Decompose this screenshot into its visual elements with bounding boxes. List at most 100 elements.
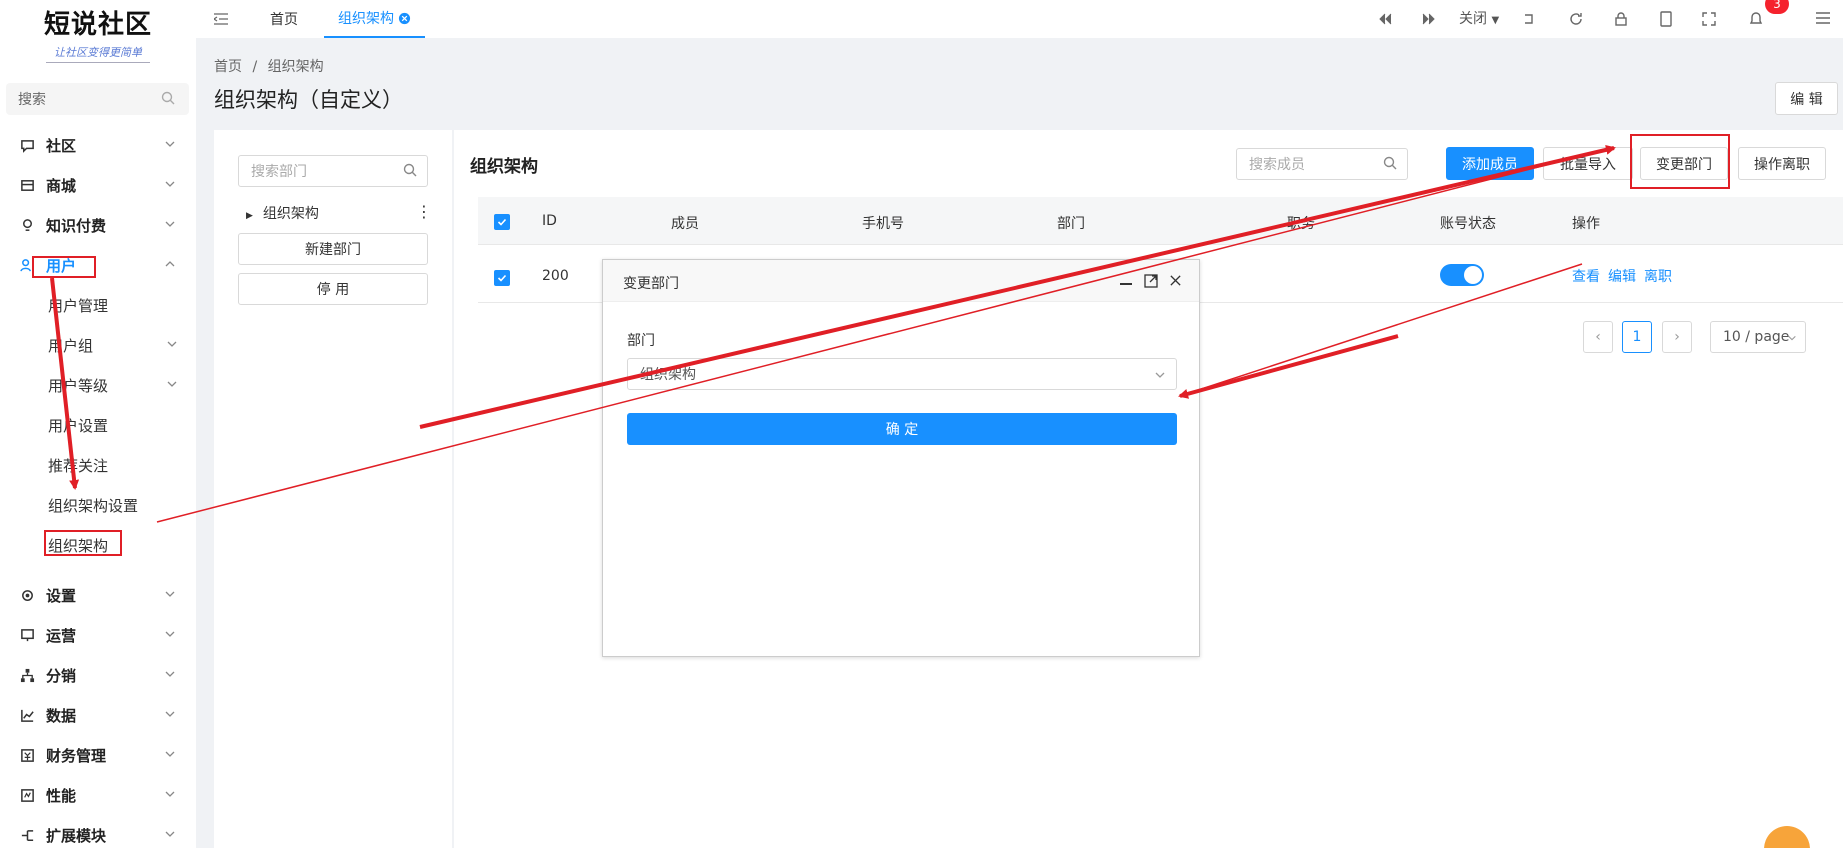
resign-link[interactable]: 离职 <box>1644 266 1672 286</box>
tab-label: 组织架构 <box>338 11 394 27</box>
collapse-menu-icon[interactable] <box>214 13 228 25</box>
batch-import-button[interactable]: 批量导入 <box>1543 147 1633 180</box>
department-search-placeholder: 搜索部门 <box>251 164 307 180</box>
scroll-right-icon[interactable] <box>1422 12 1436 26</box>
sidebar-subitem-org-settings[interactable]: 组织架构设置 <box>48 485 138 525</box>
sidebar-item-knowledge[interactable]: 知识付费 <box>0 205 196 245</box>
tab-label: 首页 <box>270 12 298 28</box>
sidebar-item-shop[interactable]: 商城 <box>0 165 196 205</box>
gear-icon <box>18 586 36 604</box>
sidebar-item-extensions[interactable]: 扩展模块 <box>0 815 196 848</box>
breadcrumb-home[interactable]: 首页 <box>214 59 242 75</box>
scroll-left-icon[interactable] <box>1378 12 1392 26</box>
check-icon <box>497 218 507 226</box>
more-vertical-icon[interactable]: ⋮ <box>416 202 432 221</box>
maximize-icon[interactable] <box>1144 274 1158 288</box>
sidebar-subitem-user-group[interactable]: 用户组 <box>48 325 177 365</box>
account-status-toggle[interactable] <box>1440 264 1484 286</box>
logo-subtitle: 让社区变得更简单 <box>46 44 150 63</box>
logo-title: 短说社区 <box>43 10 152 40</box>
sidebar-subitem-user-settings[interactable]: 用户设置 <box>48 405 108 445</box>
view-link[interactable]: 查看 <box>1572 266 1600 286</box>
performance-icon <box>18 786 36 804</box>
sidebar-subitem-label: 用户管理 <box>48 296 109 315</box>
minimize-icon[interactable] <box>1119 274 1133 288</box>
page-1-button[interactable]: 1 <box>1622 321 1652 353</box>
disable-department-button[interactable]: 停 用 <box>238 273 428 305</box>
prev-page-button[interactable]: ‹ <box>1583 321 1613 353</box>
sidebar-subitem-user-management[interactable]: 用户管理 <box>48 285 108 325</box>
sidebar-item-settings[interactable]: 设置 <box>0 575 196 615</box>
tree-node-root[interactable]: ▶ 组织架构 <box>246 203 319 223</box>
sidebar-item-performance[interactable]: 性能 <box>0 775 196 815</box>
tab-home[interactable]: 首页 <box>270 0 298 38</box>
cell-id: 200 <box>542 268 569 284</box>
search-icon <box>403 163 417 177</box>
undo-icon[interactable] <box>1522 12 1536 26</box>
extension-icon <box>18 826 36 844</box>
page-size-select[interactable]: 10 / page <box>1710 321 1806 353</box>
column-header-department: 部门 <box>1057 216 1085 232</box>
select-all-checkbox[interactable] <box>494 214 510 230</box>
edit-link[interactable]: 编辑 <box>1608 266 1636 286</box>
breadcrumb-separator: / <box>252 59 258 75</box>
edit-button[interactable]: 编 辑 <box>1775 82 1838 115</box>
sidebar-item-label: 财务管理 <box>46 746 107 765</box>
chevron-down-icon <box>165 631 175 637</box>
app-root: 短说社区 让社区变得更简单 搜索 社区 商城 知识付费 用户 用户管理 用户组 … <box>0 0 1843 848</box>
sidebar-item-community[interactable]: 社区 <box>0 125 196 165</box>
column-header-member: 成员 <box>671 216 699 232</box>
sidebar-subitem-recommend-follow[interactable]: 推荐关注 <box>48 445 108 485</box>
next-page-button[interactable]: › <box>1662 321 1692 353</box>
shop-icon <box>18 176 36 194</box>
annotation-box-org-structure <box>44 530 122 556</box>
search-icon <box>161 91 175 105</box>
chevron-up-icon <box>165 261 175 267</box>
add-member-button[interactable]: 添加成员 <box>1446 147 1534 180</box>
close-tab-icon[interactable] <box>398 12 411 25</box>
sidebar-item-data[interactable]: 数据 <box>0 695 196 735</box>
sidebar-item-label: 性能 <box>46 786 77 805</box>
dialog-title: 变更部门 <box>623 276 679 292</box>
mobile-icon[interactable] <box>1660 11 1672 27</box>
column-header-position: 职务 <box>1287 216 1315 232</box>
sidebar-subitem-user-level[interactable]: 用户等级 <box>48 365 177 405</box>
page-size-value: 10 / page <box>1723 329 1790 345</box>
chevron-down-icon <box>165 711 175 717</box>
close-tabs-label: 关闭 <box>1459 11 1487 27</box>
sidebar-item-operation[interactable]: 运营 <box>0 615 196 655</box>
sidebar-item-label: 知识付费 <box>46 216 107 235</box>
check-icon <box>497 274 507 282</box>
member-search-input[interactable]: 搜索成员 <box>1236 148 1408 180</box>
close-tabs-dropdown[interactable]: 关闭 ▼ <box>1459 8 1499 28</box>
bell-icon[interactable] <box>1749 11 1763 27</box>
sidebar-item-distribution[interactable]: 分销 <box>0 655 196 695</box>
chart-icon <box>18 706 36 724</box>
menu-icon[interactable] <box>1816 12 1830 24</box>
column-header-account-status: 账号状态 <box>1440 216 1496 232</box>
resign-button[interactable]: 操作离职 <box>1738 147 1826 180</box>
department-select[interactable]: 组织架构 <box>627 358 1177 390</box>
sidebar-item-finance[interactable]: 财务管理 <box>0 735 196 775</box>
tab-org-structure[interactable]: 组织架构 <box>324 0 425 38</box>
member-search-placeholder: 搜索成员 <box>1249 157 1305 173</box>
refresh-icon[interactable] <box>1568 11 1584 27</box>
fullscreen-icon[interactable] <box>1702 12 1716 26</box>
chevron-down-icon <box>167 341 177 347</box>
sidebar-subitem-label: 用户组 <box>48 336 94 355</box>
lock-icon[interactable] <box>1614 12 1628 26</box>
row-checkbox[interactable] <box>494 270 510 286</box>
sidebar-subitem-label: 用户等级 <box>48 376 109 395</box>
sidebar-search-input[interactable]: 搜索 <box>6 83 189 115</box>
new-department-button[interactable]: 新建部门 <box>238 233 428 265</box>
chevron-down-icon <box>165 671 175 677</box>
department-search-input[interactable]: 搜索部门 <box>238 155 428 187</box>
logo: 短说社区 让社区变得更简单 <box>0 0 196 72</box>
caret-right-icon[interactable]: ▶ <box>246 211 253 221</box>
sidebar-search-placeholder: 搜索 <box>18 92 46 108</box>
department-select-value: 组织架构 <box>640 367 696 383</box>
confirm-button[interactable]: 确 定 <box>627 413 1177 445</box>
close-icon[interactable] <box>1169 274 1182 287</box>
column-header-actions: 操作 <box>1572 216 1600 232</box>
sidebar-item-users[interactable]: 用户 <box>0 245 196 285</box>
